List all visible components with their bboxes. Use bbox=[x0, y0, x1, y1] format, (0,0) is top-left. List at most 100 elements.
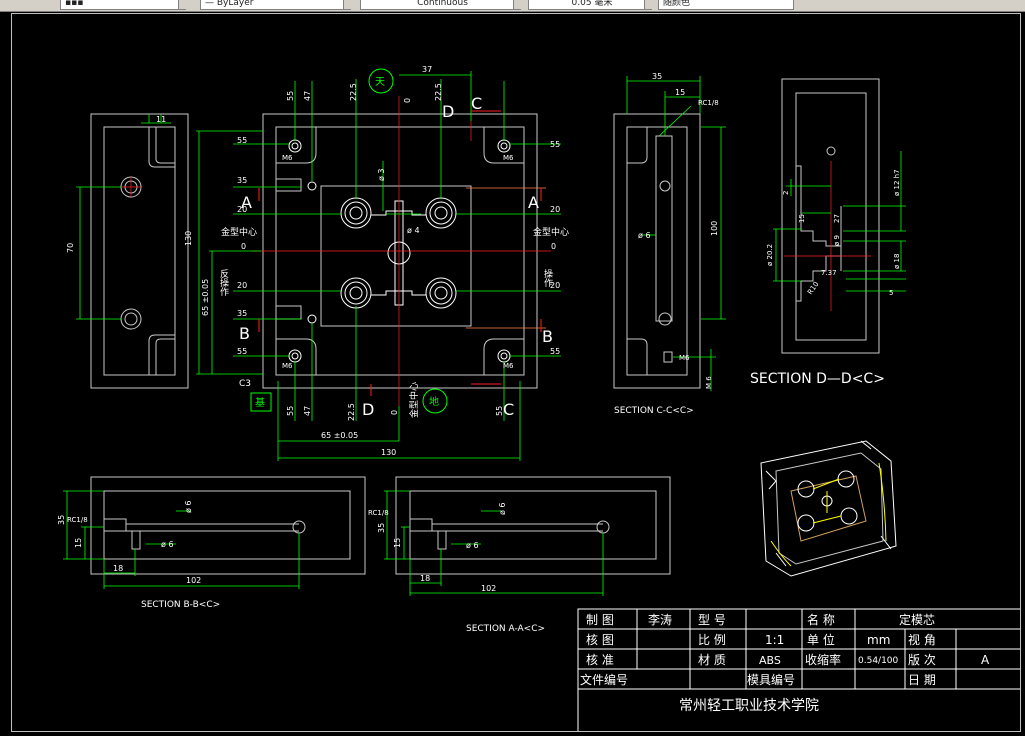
tb-name-value: 定模芯 bbox=[899, 612, 935, 627]
section-mark-a-right: A bbox=[528, 193, 539, 212]
a-dim-15: 15 bbox=[393, 538, 402, 548]
dim-dia-3: ø 3 bbox=[377, 168, 386, 181]
d-dim-dia20: ø 20.2 bbox=[766, 244, 774, 266]
d-dim-7-37: 7.37 bbox=[821, 269, 837, 277]
tb-name-label: 名 称 bbox=[807, 612, 835, 627]
color-dropdown[interactable]: ▪▪▪ bbox=[60, 0, 186, 10]
label-mold-center-left: 金型中心 bbox=[221, 226, 257, 238]
dim-22-5-a: 22.5 bbox=[349, 83, 358, 101]
dim-22-5-c: 22.5 bbox=[347, 403, 356, 421]
dim-11: 11 bbox=[156, 115, 166, 124]
d-dim-5: 5 bbox=[889, 289, 893, 297]
dim-55-bl: 55 bbox=[286, 406, 295, 416]
c-rc18: RC1/8 bbox=[698, 99, 719, 107]
dim-70: 70 bbox=[66, 243, 75, 253]
layer-dropdown[interactable]: — ByLayer bbox=[200, 0, 351, 10]
dim-130-horiz: 130 bbox=[381, 448, 396, 457]
dim-37: 37 bbox=[422, 65, 432, 74]
section-mark-d-top: D bbox=[442, 102, 454, 121]
label-m6-b: M6 bbox=[503, 154, 514, 162]
section-mark-b-left: B bbox=[239, 324, 250, 343]
dim-55-left-2: 55 bbox=[237, 347, 247, 356]
c-dim-100: 100 bbox=[710, 221, 719, 236]
d-dim-dia18: ø 18 bbox=[893, 254, 901, 269]
dim-0-right: 0 bbox=[551, 242, 556, 251]
label-anti-operate: 反操作 bbox=[218, 269, 229, 297]
a-dim-dia6-b: ø 6 bbox=[466, 541, 479, 550]
properties-toolbar: ▪▪▪ — ByLayer Continuous 0.05 毫米 随颜色 bbox=[0, 0, 1025, 12]
tb-mold-no-label: 模具编号 bbox=[747, 672, 795, 687]
dim-47-bl: 47 bbox=[303, 406, 312, 416]
dim-dia-4: ø 4 bbox=[407, 226, 420, 235]
drawing-canvas[interactable]: 11 70 天 地 基 37 22.5 22.5 55 47 0 55 55 3… bbox=[11, 13, 1021, 732]
dim-55-right-top: 55 bbox=[550, 140, 560, 149]
layer-dropdown-arrow-icon[interactable] bbox=[343, 0, 354, 9]
b-dim-dia6-b: ø 6 bbox=[161, 540, 174, 549]
b-rc18: RC1/8 bbox=[67, 516, 88, 524]
label-c3: C3 bbox=[239, 379, 251, 389]
b-dim-18: 18 bbox=[113, 564, 123, 573]
dim-47-tl: 47 bbox=[303, 91, 312, 101]
label-m6-d: M6 bbox=[503, 362, 514, 370]
label-di: 地 bbox=[429, 395, 439, 408]
lineweight-dropdown-arrow-icon[interactable] bbox=[644, 0, 655, 9]
lineweight-dropdown[interactable]: 0.05 毫米 bbox=[528, 0, 652, 10]
dim-130-vert: 130 bbox=[184, 231, 193, 246]
linetype-dropdown-arrow-icon[interactable] bbox=[513, 0, 524, 9]
tb-drawn-value: 李涛 bbox=[648, 612, 672, 627]
tb-school-name: 常州轻工职业技术学院 bbox=[679, 698, 819, 714]
dim-0-left: 0 bbox=[241, 242, 246, 251]
section-mark-c-top: C bbox=[471, 94, 482, 113]
dim-65-horiz: 65 ±0.05 bbox=[321, 431, 358, 440]
tb-file-no-label: 文件编号 bbox=[580, 672, 628, 687]
c-dim-15: 15 bbox=[675, 88, 685, 97]
tb-drawn-label: 制 图 bbox=[586, 613, 614, 627]
plotstyle-dropdown[interactable]: 随颜色 bbox=[658, 0, 794, 10]
dim-55-right-2: 55 bbox=[550, 347, 560, 356]
tb-unit-value: mm bbox=[867, 633, 890, 647]
dim-35-left-2: 35 bbox=[237, 309, 247, 318]
dim-55-tl: 55 bbox=[286, 91, 295, 101]
label-ji: 基 bbox=[255, 396, 265, 409]
label-mold-center-right: 金型中心 bbox=[533, 226, 569, 238]
tb-unit-label: 单 位 bbox=[807, 632, 835, 647]
color-dropdown-arrow-icon[interactable] bbox=[178, 0, 189, 9]
tb-date-label: 日 期 bbox=[908, 673, 936, 687]
c-dim-35: 35 bbox=[652, 72, 662, 81]
layer-dropdown-value: — ByLayer bbox=[205, 0, 254, 8]
plotstyle-dropdown-value: 随颜色 bbox=[663, 0, 691, 8]
d-dim-dia12-h7: ø 12 h7 bbox=[893, 169, 901, 196]
section-mark-c-bottom: C bbox=[503, 400, 514, 419]
dim-0-top: 0 bbox=[403, 98, 412, 103]
d-dim-dia9: ø 9 bbox=[833, 235, 841, 246]
section-mark-d-bottom: D bbox=[362, 400, 374, 419]
tb-revision-value: A bbox=[981, 653, 990, 667]
tb-revision-label: 版 次 bbox=[908, 653, 936, 667]
dim-22-5-b: 22.5 bbox=[434, 83, 443, 101]
a-rc18: RC1/8 bbox=[368, 509, 389, 517]
tb-shrink-label: 收缩率 bbox=[805, 652, 841, 667]
b-dim-dia6-a: ø 6 bbox=[184, 500, 193, 513]
tb-approved-label: 核 准 bbox=[586, 653, 614, 667]
c-dim-dia6: ø 6 bbox=[638, 231, 651, 240]
d-dim-2: 2 bbox=[782, 191, 790, 195]
label-tian: 天 bbox=[375, 77, 385, 88]
section-a-a-title: SECTION A-A<C> bbox=[466, 624, 545, 634]
dim-35-left: 35 bbox=[237, 176, 247, 185]
cad-drawing[interactable]: 11 70 天 地 基 37 22.5 22.5 55 47 0 55 55 3… bbox=[12, 14, 1021, 732]
label-mold-center-vertical: 金型中心 bbox=[408, 382, 420, 418]
dim-55-left-top: 55 bbox=[237, 136, 247, 145]
linetype-dropdown-value: Continuous bbox=[417, 0, 468, 8]
d-dim-27: 27 bbox=[833, 214, 841, 223]
section-d-d-title: SECTION D—D<C> bbox=[750, 371, 885, 387]
tb-material-value: ABS bbox=[759, 654, 781, 667]
b-dim-35: 35 bbox=[57, 515, 66, 525]
label-m6-c: M6 bbox=[282, 362, 293, 370]
tb-shrink-value: 0.54/100 bbox=[858, 656, 899, 666]
dim-65-vert: 65 ±0.05 bbox=[201, 279, 210, 316]
section-mark-a-left: A bbox=[241, 193, 252, 212]
b-dim-102: 102 bbox=[186, 576, 201, 585]
linetype-dropdown[interactable]: Continuous bbox=[360, 0, 521, 10]
tb-model-label: 型 号 bbox=[698, 613, 726, 627]
tb-scale-label: 比 例 bbox=[698, 633, 726, 647]
